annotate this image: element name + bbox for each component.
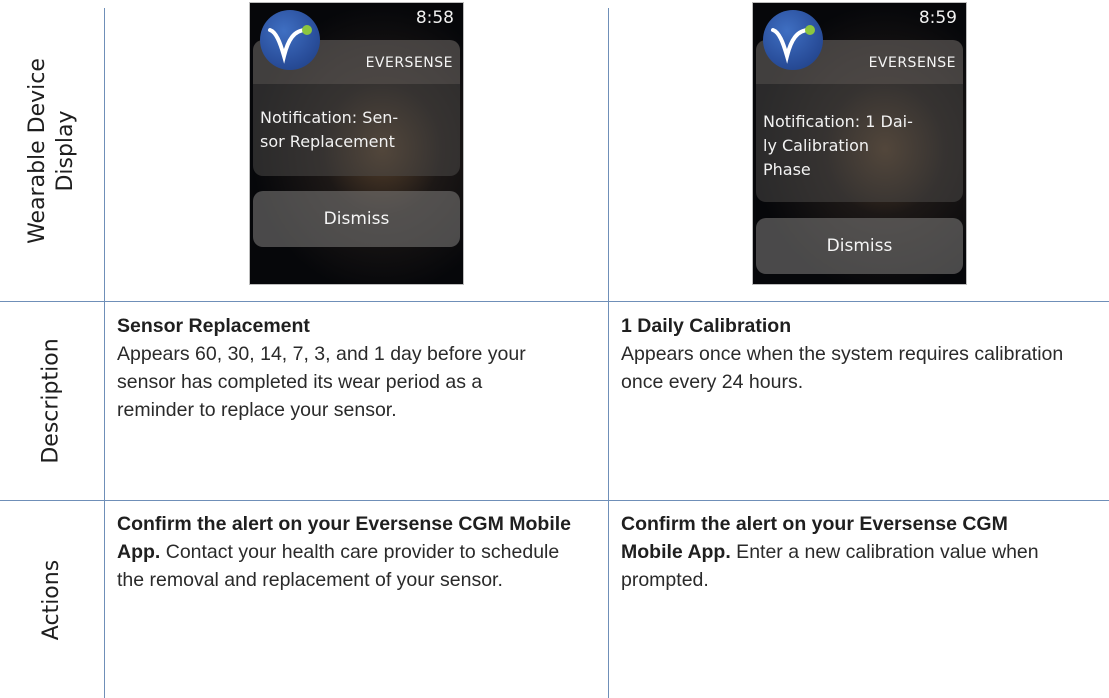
watch-notification-line: Phase xyxy=(763,160,811,179)
row-header-actions-label: Actions xyxy=(39,559,64,640)
watch-brand: EVERSENSE xyxy=(365,55,453,71)
description-line: reminder to replace your sensor. xyxy=(117,399,397,421)
dismiss-button[interactable]: Dismiss xyxy=(756,218,963,274)
watch-time: 8:58 xyxy=(415,8,454,28)
watch-screen-sensor-replacement: 8:58 EVERSENSE Notification: Sen- sor Re… xyxy=(249,2,464,285)
watch-time: 8:59 xyxy=(918,8,957,28)
description-line: once every 24 hours. xyxy=(621,371,804,393)
row-header-display-line2: Display xyxy=(53,109,79,192)
watch-notification-line: ly Calibration xyxy=(763,136,870,155)
table-divider-left xyxy=(104,8,105,698)
dismiss-button[interactable]: Dismiss xyxy=(253,191,460,247)
row-header-description: Description xyxy=(0,302,104,500)
watch-notification-text: Notification: Sen- sor Replacement xyxy=(260,106,453,154)
actions-cell-sensor-replacement: Confirm the alert on your Eversense CGM … xyxy=(117,510,602,594)
description-line: Appears once when the system requires ca… xyxy=(621,343,1064,365)
action-line: App. Contact your health care provider t… xyxy=(117,541,560,563)
eversense-logo-icon xyxy=(763,10,823,70)
eversense-logo-icon xyxy=(260,10,320,70)
action-line: the removal and replacement of your sens… xyxy=(117,569,503,591)
description-cell-daily-calibration: 1 Daily Calibration Appears once when th… xyxy=(621,312,1101,396)
description-title: Sensor Replacement xyxy=(117,315,310,337)
action-line: Mobile App. Enter a new calibration valu… xyxy=(621,541,1039,563)
description-line: Appears 60, 30, 14, 7, 3, and 1 day befo… xyxy=(117,343,526,365)
table-divider-row2 xyxy=(0,500,1109,501)
watch-notification-line: Notification: Sen- xyxy=(260,108,399,127)
action-line: prompted. xyxy=(621,569,709,591)
description-line: sensor has completed its wear period as … xyxy=(117,371,483,393)
row-header-display: Wearable Device Display xyxy=(0,0,104,301)
row-header-description-label: Description xyxy=(39,338,65,464)
row-header-actions: Actions xyxy=(0,501,104,698)
description-cell-sensor-replacement: Sensor Replacement Appears 60, 30, 14, 7… xyxy=(117,312,597,424)
action-line: Confirm the alert on your Eversense CGM … xyxy=(117,513,572,535)
table-divider-row1 xyxy=(0,301,1109,302)
action-line: Confirm the alert on your Eversense CGM xyxy=(621,513,1008,535)
table-divider-middle xyxy=(608,8,609,698)
watch-notification-text: Notification: 1 Dai- ly Calibration Phas… xyxy=(763,110,956,182)
watch-notification-line: Notification: 1 Dai- xyxy=(763,112,913,131)
row-header-display-line1: Wearable Device xyxy=(25,57,51,244)
watch-screen-daily-calibration: 8:59 EVERSENSE Notification: 1 Dai- ly C… xyxy=(752,2,967,285)
description-title: 1 Daily Calibration xyxy=(621,315,792,337)
watch-notification-line: sor Replacement xyxy=(260,132,395,151)
actions-cell-daily-calibration: Confirm the alert on your Eversense CGM … xyxy=(621,510,1101,594)
watch-brand: EVERSENSE xyxy=(868,55,956,71)
